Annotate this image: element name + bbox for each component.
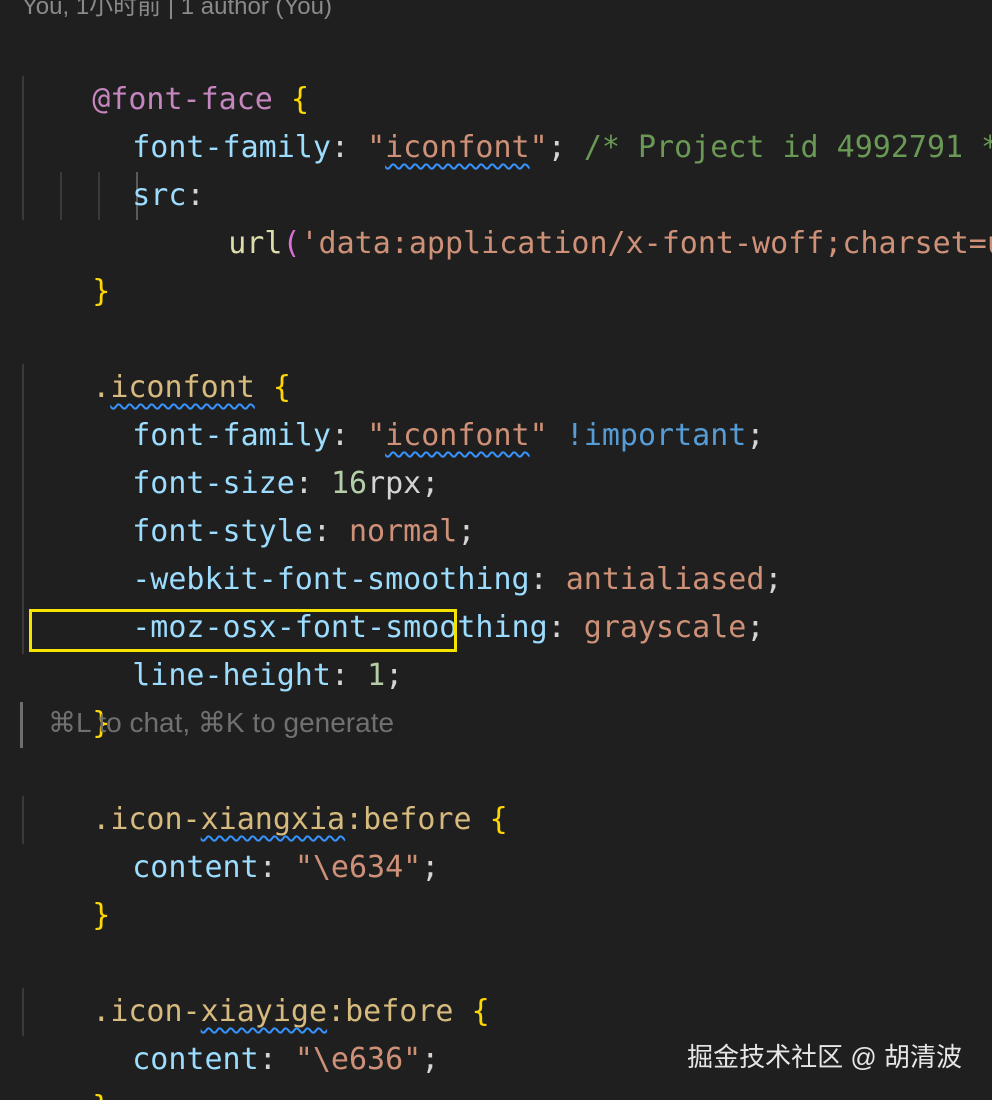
code-line[interactable]: font-size: 16rpx;	[60, 412, 439, 501]
code-line[interactable]: }	[20, 652, 110, 741]
property: line-height	[132, 658, 331, 693]
value: grayscale	[583, 610, 747, 645]
string: 'data:application/x-font-woff;charset=ut	[300, 226, 992, 261]
comment: /* Project id 4992791 */	[583, 130, 992, 165]
function: url	[228, 226, 283, 261]
git-blame-annotation[interactable]: You, 1小时前 | 1 author (You)	[22, 0, 332, 21]
string: "\e636"	[294, 1042, 422, 1077]
property: content	[132, 850, 259, 885]
number: 1	[367, 658, 386, 693]
brace: {	[489, 802, 508, 837]
code-line[interactable]: }	[20, 220, 110, 309]
watermark: 掘金技术社区 @ 胡清波	[687, 1042, 962, 1072]
code-editor[interactable]: You, 1小时前 | 1 author (You) @font-face { …	[0, 0, 992, 1100]
string: "\e634"	[294, 850, 422, 885]
property: content	[132, 1042, 259, 1077]
code-line[interactable]: }	[20, 1036, 110, 1100]
code-line[interactable]: font-style: normal;	[60, 460, 475, 549]
code-line[interactable]: @font-face {	[20, 28, 309, 117]
code-line[interactable]: .icon-xiangxia:before {	[20, 748, 507, 837]
code-line[interactable]: src:	[60, 124, 204, 213]
code-line[interactable]: .icon-xiayige:before {	[20, 940, 489, 1029]
highlight-box	[29, 609, 457, 652]
code-line[interactable]: -webkit-font-smoothing: antialiased;	[60, 508, 782, 597]
brace: }	[92, 274, 111, 309]
code-line[interactable]: font-family: "iconfont" !important;	[60, 364, 764, 453]
hint-bar	[20, 702, 23, 748]
code-line[interactable]: url('data:application/x-font-woff;charse…	[156, 172, 992, 261]
code-line[interactable]: -moz-osx-font-smoothing: grayscale;	[60, 556, 764, 645]
code-line[interactable]: font-family: "iconfont"; /* Project id 4…	[60, 76, 992, 165]
brace: }	[92, 1090, 110, 1100]
hint-text: ⌘L to chat, ⌘K to generate	[48, 707, 395, 738]
code-line[interactable]: content: "\e636";	[60, 988, 439, 1077]
code-line[interactable]: .iconfont {	[20, 316, 291, 405]
code-line[interactable]: content: "\e634";	[60, 796, 439, 885]
brace: {	[471, 994, 490, 1029]
important-keyword: !important	[547, 418, 747, 453]
code-line[interactable]: }	[20, 844, 110, 933]
brace: }	[92, 898, 111, 933]
spell-check-word: iconfont	[385, 130, 530, 165]
